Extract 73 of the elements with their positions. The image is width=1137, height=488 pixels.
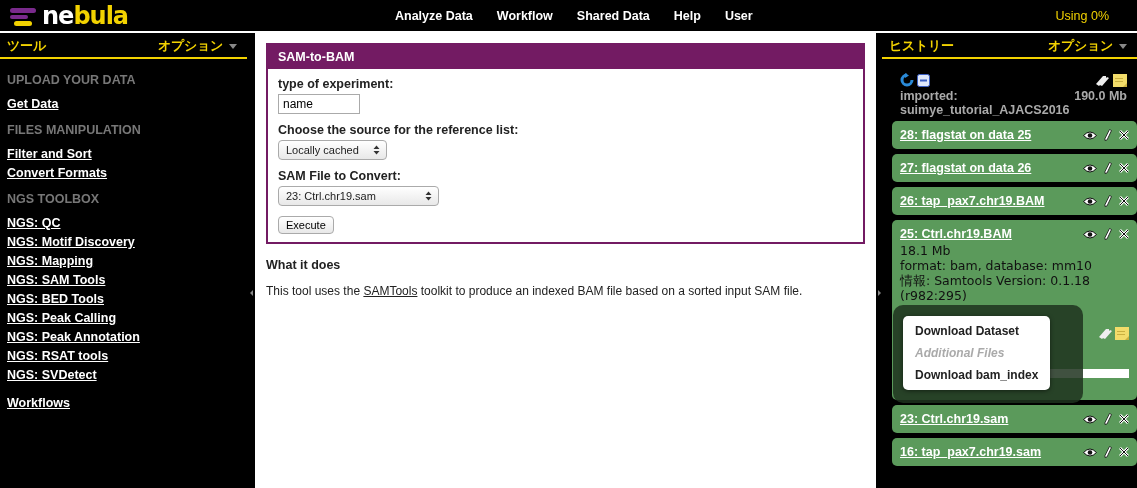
close-icon[interactable]: [1119, 196, 1129, 206]
tool-link[interactable]: NGS: SAM Tools: [7, 271, 240, 290]
updown-arrows-icon: [373, 145, 380, 155]
help-text: This tool uses the SAMTools toolkit to produce an indexed BAM file based on a sorted input SAM file.: [266, 284, 804, 298]
eye-icon[interactable]: [1083, 229, 1097, 239]
menu-item[interactable]: Download Dataset: [903, 320, 1051, 342]
text-field[interactable]: name: [278, 94, 360, 114]
close-icon[interactable]: [1119, 447, 1129, 457]
pencil-icon[interactable]: [1104, 413, 1112, 425]
updown-arrows-icon: [425, 191, 432, 201]
tool-link[interactable]: Workflows: [7, 394, 240, 413]
field-label: type of experiment:: [278, 77, 395, 91]
caret-icon: [229, 43, 237, 49]
pencil-icon[interactable]: [1104, 228, 1112, 240]
form-title: SAM-to-BAM: [268, 45, 863, 69]
section-heading: UPLOAD YOUR DATA: [7, 73, 137, 87]
panel-title: ツール: [7, 37, 46, 55]
field-label: Choose the source for the reference list:: [278, 123, 520, 137]
samtools-link[interactable]: SAMTools: [363, 284, 418, 298]
tags-icon[interactable]: [1095, 73, 1110, 87]
tool-link[interactable]: NGS: RSAT tools: [7, 347, 240, 366]
section-heading: FILES MANIPULATION: [7, 123, 142, 137]
close-icon[interactable]: [1119, 130, 1129, 140]
eye-icon[interactable]: [1083, 447, 1097, 457]
logo[interactable]: nebula: [0, 1, 260, 30]
close-icon[interactable]: [1119, 163, 1129, 173]
logo-text: nebula: [42, 1, 129, 30]
nav-link[interactable]: Help: [661, 8, 713, 23]
tool-link[interactable]: NGS: BED Tools: [7, 290, 240, 309]
dataset-detail: 18.1 Mb: [900, 243, 952, 258]
tool-link[interactable]: NGS: Peak Calling: [7, 309, 240, 328]
pencil-icon[interactable]: [1104, 446, 1112, 458]
pencil-icon[interactable]: [1104, 162, 1112, 174]
eye-icon[interactable]: [1083, 163, 1097, 173]
options-menu[interactable]: オプション: [1048, 37, 1127, 55]
help-heading: What it does: [266, 258, 342, 272]
execute-button[interactable]: Execute: [278, 216, 334, 234]
eye-icon[interactable]: [1083, 196, 1097, 206]
tool-link[interactable]: NGS: Peak Annotation: [7, 328, 240, 347]
menu-item[interactable]: Download bam_index: [903, 364, 1051, 386]
history-name: imported: suimye_tutorial_AJACS2016: [900, 89, 1070, 117]
pencil-icon[interactable]: [1104, 129, 1112, 141]
tool-link[interactable]: NGS: QC: [7, 214, 240, 233]
refresh-icon[interactable]: [900, 73, 914, 87]
dropdown[interactable]: 23: Ctrl.chr19.sam: [278, 186, 439, 206]
eye-icon[interactable]: [1083, 130, 1097, 140]
usage-meter: Using 0%: [1055, 8, 1109, 23]
tool-link[interactable]: NGS: Mapping: [7, 252, 240, 271]
section-heading: NGS TOOLBOX: [7, 192, 101, 206]
tool-link[interactable]: NGS: SVDetect: [7, 366, 240, 385]
dropdown[interactable]: Locally cached: [278, 140, 387, 160]
nav-link[interactable]: Analyze Data: [383, 8, 485, 23]
tool-link[interactable]: Convert Formats: [7, 164, 240, 183]
field-label: SAM File to Convert:: [278, 169, 402, 183]
history-size: 190.0 Mb: [1074, 89, 1127, 105]
pencil-icon[interactable]: [1104, 195, 1112, 207]
close-icon[interactable]: [1119, 414, 1129, 424]
tool-link[interactable]: Get Data: [7, 95, 240, 114]
caret-icon: [1119, 43, 1127, 49]
collapse-icon[interactable]: [917, 73, 930, 87]
options-menu[interactable]: オプション: [158, 37, 237, 55]
eye-icon[interactable]: [1083, 414, 1097, 424]
dataset-detail: 情報: Samtools Version: 0.1.18 (r982:295): [900, 273, 1092, 303]
nav-link[interactable]: Shared Data: [564, 8, 662, 23]
dataset-detail: format: bam, database: mm10: [900, 258, 1093, 273]
tool-link[interactable]: Filter and Sort: [7, 145, 240, 164]
nav-link[interactable]: User: [712, 8, 765, 23]
close-icon[interactable]: [1119, 229, 1129, 239]
collapse-arrow-icon[interactable]: [249, 289, 253, 296]
panel-title: ヒストリー: [889, 37, 954, 55]
nav-link[interactable]: Workflow: [484, 8, 565, 23]
tool-link[interactable]: NGS: Motif Discovery: [7, 233, 240, 252]
note-icon[interactable]: [1113, 73, 1127, 87]
